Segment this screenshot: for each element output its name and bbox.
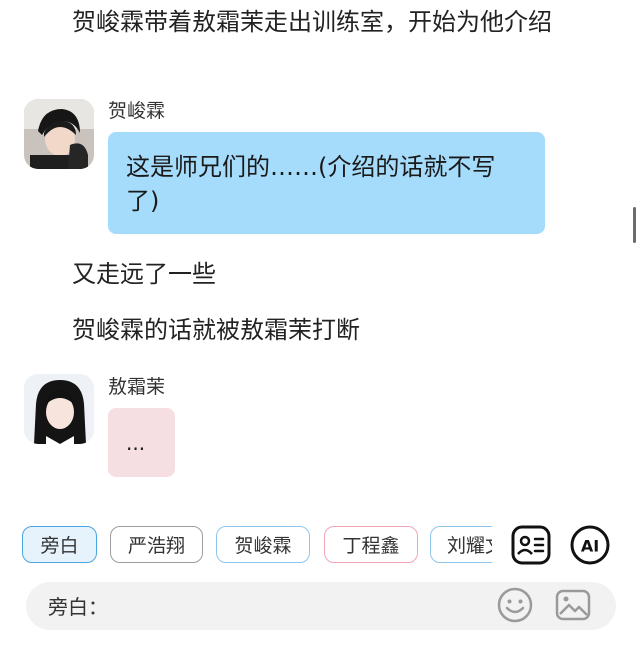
ai-button[interactable]: AI — [569, 524, 611, 566]
narration-text: 又走远了一些 — [72, 260, 216, 288]
image-icon[interactable] — [554, 586, 592, 624]
contact-card-icon[interactable] — [510, 524, 552, 566]
avatar[interactable] — [24, 99, 94, 169]
chat-area: 贺峻霖带着敖霜茉走出训练室，开始为他介绍 贺峻霖 这是师兄们的……(介绍的话就不… — [0, 0, 640, 500]
role-chip-bar[interactable]: 旁白 严浩翔 贺峻霖 丁程鑫 刘耀文 — [20, 526, 492, 564]
ai-label: AI — [581, 537, 599, 556]
message-bubble[interactable]: ... — [108, 408, 175, 477]
message-input[interactable]: 旁白： — [26, 582, 616, 630]
composer-panel: 旁白 严浩翔 贺峻霖 丁程鑫 刘耀文 AI 旁白： — [0, 500, 640, 656]
input-prefix: 旁白： — [48, 595, 108, 619]
message-bubble[interactable]: 这是师兄们的……(介绍的话就不写了) — [108, 132, 545, 234]
role-chip-ding-chengxin[interactable]: 丁程鑫 — [324, 526, 418, 563]
speaker-name: 敖霜茉 — [108, 376, 166, 398]
role-chip-yan-haoxiang[interactable]: 严浩翔 — [110, 526, 203, 563]
role-chip-narrator[interactable]: 旁白 — [22, 526, 97, 563]
narration-text: 贺峻霖的话就被敖霜茉打断 — [72, 316, 360, 344]
role-chip-liu-yaowen[interactable]: 刘耀文 — [430, 526, 492, 563]
role-chip-he-junlin[interactable]: 贺峻霖 — [216, 526, 310, 563]
avatar[interactable] — [24, 374, 94, 444]
speaker-name: 贺峻霖 — [108, 100, 166, 122]
emoji-icon[interactable] — [496, 586, 534, 624]
scrollbar[interactable] — [633, 207, 636, 243]
narration-text: 贺峻霖带着敖霜茉走出训练室，开始为他介绍 — [72, 8, 552, 36]
